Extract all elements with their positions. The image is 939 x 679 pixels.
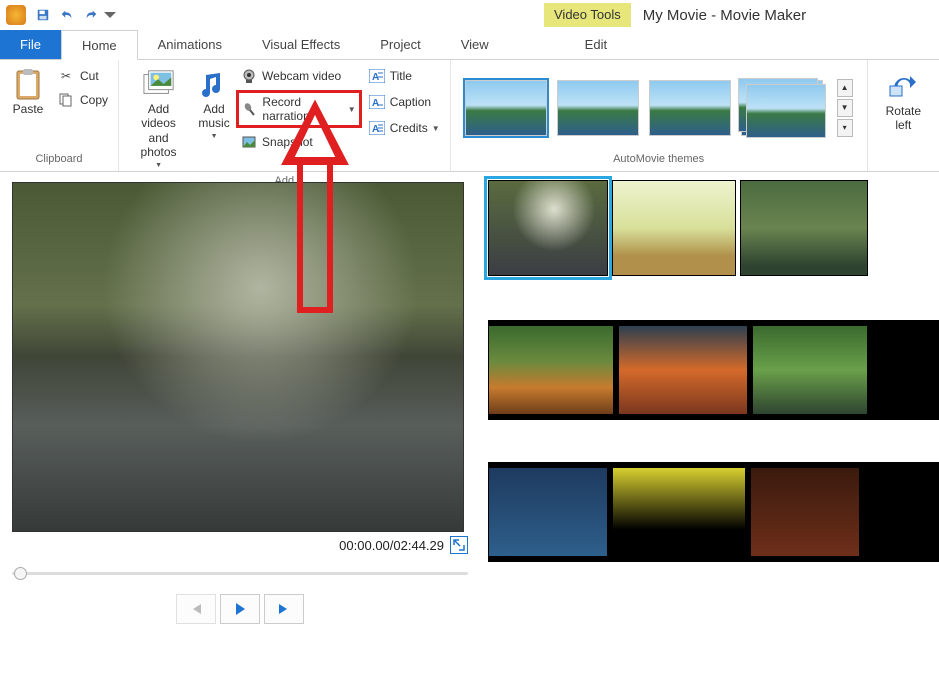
chevron-down-icon: ▼ [155,162,162,169]
save-icon[interactable] [32,4,54,26]
timeline-row-3 [488,462,939,562]
undo-icon[interactable] [56,4,78,26]
scissors-icon: ✂ [58,68,74,84]
copy-icon [58,92,74,108]
snapshot-button[interactable]: Snapshot [238,132,360,152]
photo-stack-icon [143,68,175,100]
playback-controls [12,594,468,624]
caption-button[interactable]: A Caption [366,92,442,112]
title-label: Title [390,69,412,83]
theme-thumb-2[interactable] [557,80,639,136]
theme-thumb-3[interactable] [649,80,731,136]
prev-frame-button[interactable] [176,594,216,624]
group-rotate: Rotate left [868,60,939,171]
title-bar: Video Tools My Movie - Movie Maker [0,0,939,30]
chevron-down-icon: ▼ [432,124,440,133]
tab-view[interactable]: View [441,30,509,59]
clip-9[interactable] [750,467,860,557]
cut-label: Cut [80,69,99,83]
clip-1[interactable] [488,180,608,276]
clipboard-icon [12,68,44,100]
group-rotate-label [874,163,933,167]
timeline-row-2 [488,320,939,420]
time-display: 00:00.00/02:44.29 [339,538,444,553]
chevron-down-icon: ▼ [348,105,356,114]
tab-animations[interactable]: Animations [138,30,242,59]
title-button[interactable]: A Title [366,66,442,86]
add-music-button[interactable]: Add music ▼ [192,64,236,173]
webcam-label: Webcam video [262,69,341,83]
copy-label: Copy [80,93,108,107]
caption-label: Caption [390,95,431,109]
chevron-down-icon: ▼ [211,133,218,140]
record-narration-button[interactable]: Record narration ▼ [238,92,360,126]
webcam-icon [240,67,258,85]
cut-button[interactable]: ✂ Cut [54,66,112,86]
group-automovie-label: AutoMovie themes [457,151,861,167]
ribbon: Paste ✂ Cut Copy Clipboard [0,60,939,172]
webcam-video-button[interactable]: Webcam video [238,66,360,86]
microphone-icon [242,100,258,118]
credits-label: Credits [390,121,428,135]
quick-access-toolbar [32,4,116,26]
music-note-icon [198,68,230,100]
paste-label: Paste [13,102,44,116]
app-icon [6,5,26,25]
preview-pane: 00:00.00/02:44.29 [0,172,480,679]
svg-text:A: A [372,98,379,109]
rotate-left-button[interactable]: Rotate left [880,66,927,137]
next-frame-button[interactable] [264,594,304,624]
group-add: Add videos and photos ▼ Add music ▼ Webc… [119,60,451,171]
timeline-pane[interactable] [480,172,939,679]
seek-bar[interactable] [12,568,468,578]
tab-edit[interactable]: Edit [565,30,627,59]
tab-file[interactable]: File [0,30,61,59]
redo-icon[interactable] [80,4,102,26]
clip-2[interactable] [612,180,736,276]
snapshot-label: Snapshot [262,135,313,149]
contextual-tab-label: Video Tools [544,3,631,27]
themes-scroll-down[interactable]: ▼ [837,99,853,117]
clip-3[interactable] [740,180,868,276]
snapshot-icon [240,133,258,151]
group-automovie: ▲ ▼ ▾ AutoMovie themes [451,60,868,171]
tab-project[interactable]: Project [360,30,440,59]
rotate-left-icon [887,70,919,102]
add-videos-photos-button[interactable]: Add videos and photos ▼ [125,64,192,173]
tab-home[interactable]: Home [61,30,138,60]
paste-button[interactable]: Paste [6,64,50,151]
copy-button[interactable]: Copy [54,90,112,110]
group-clipboard-label: Clipboard [6,151,112,167]
record-narration-label: Record narration [262,95,343,123]
svg-text:A: A [372,124,379,135]
tab-visual-effects[interactable]: Visual Effects [242,30,360,59]
timeline-row-1 [488,178,939,278]
credits-icon: A [368,119,386,137]
clip-7[interactable] [488,467,608,557]
clip-4[interactable] [488,325,614,415]
theme-thumb-4[interactable] [741,80,823,136]
preview-monitor[interactable] [12,182,464,532]
qat-dropdown-icon[interactable] [104,4,116,26]
add-videos-label: Add videos and photos [131,102,186,160]
play-button[interactable] [220,594,260,624]
seek-thumb[interactable] [14,567,27,580]
caption-icon: A [368,93,386,111]
theme-thumb-1[interactable] [465,80,547,136]
clip-8[interactable] [612,467,746,557]
clip-6[interactable] [752,325,868,415]
main-area: 00:00.00/02:44.29 [0,172,939,679]
ribbon-tabs: File Home Animations Visual Effects Proj… [0,30,939,60]
window-title: My Movie - Movie Maker [643,7,806,24]
add-music-label: Add music [198,102,229,131]
fullscreen-button[interactable] [450,536,468,554]
themes-scroll-up[interactable]: ▲ [837,79,853,97]
themes-expand[interactable]: ▾ [837,119,853,137]
rotate-left-label: Rotate left [886,104,921,133]
credits-button[interactable]: A Credits ▼ [366,118,442,138]
clip-5[interactable] [618,325,748,415]
group-clipboard: Paste ✂ Cut Copy Clipboard [0,60,119,171]
title-icon: A [368,67,386,85]
